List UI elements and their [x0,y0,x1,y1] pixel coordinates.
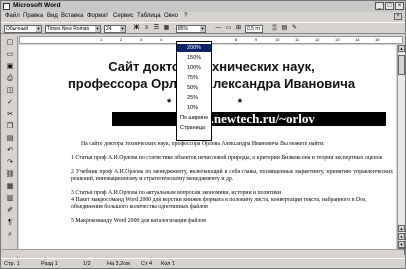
status-at: На 3,2см [107,261,130,267]
zoom-option[interactable]: 100% [177,64,211,72]
undo-icon[interactable]: ↶ [5,146,15,156]
horizontal-scrollbar[interactable] [2,249,404,256]
cut-icon[interactable]: ✂ [5,110,15,120]
insert-table-icon[interactable]: ▦ [163,25,170,32]
line-spacing-combo[interactable]: 0,5 пт [245,25,263,33]
status-bar: Стр. 1 Разд 1 1/2 На 3,2см Ст 4 Кол 1 [1,258,405,268]
copy-icon[interactable]: ❐ [5,122,15,132]
doc-url-banner: www.newtech.ru/~orlov [112,112,386,126]
columns-icon[interactable]: ▤ [281,25,288,32]
chevron-down-icon[interactable]: ▼ [120,26,125,32]
zoom-option[interactable]: По ширине [177,114,211,122]
style-value: Обычный [6,26,29,32]
next-page-icon[interactable]: ▼ [398,241,405,248]
status-column: Кол 1 [161,261,175,267]
menu-format[interactable]: Формат [87,13,108,19]
left-toolbar: ▢ ▭ ▣ ⎙ ◫ ✓ ✂ ❐ ▤ ↶ ↷ ⛓ ▦ ▥ ✐ ¶ ⌕ [2,36,18,258]
columns-icon[interactable]: ▥ [5,194,15,204]
font-combo[interactable]: Times New Roman ▼ [45,25,101,33]
font-size-combo[interactable]: 24 ▼ [104,25,126,33]
show-hide-icon[interactable]: ¶ [5,218,15,228]
menu-insert[interactable]: Вставка [61,13,83,19]
browse-object-icon[interactable]: ● [398,233,405,240]
scroll-thumb[interactable] [398,55,405,75]
new-document-icon[interactable]: ▢ [5,38,15,48]
spelling-icon[interactable]: ✓ [5,98,15,108]
borders-icon[interactable]: ⊞ [235,25,242,32]
menu-bar: Файл Правка Вид Вставка Формат Сервис Та… [1,12,405,21]
drawing-icon[interactable]: ✎ [291,25,298,32]
preview-icon[interactable]: ◫ [5,86,15,96]
zoom-option[interactable]: 150% [177,54,211,62]
zoom-value: 85% [178,26,189,32]
window-title: Microsoft Word [13,2,61,9]
word-window: Microsoft Word _ □ × Файл Правка Вид Вст… [0,0,406,269]
doc-list-item: 1 Статьи проф А.И.Орлова по статистике о… [71,155,383,161]
zoom-combo[interactable]: 85% ▼ [176,25,206,33]
menu-view[interactable]: Вид [47,13,58,19]
chevron-down-icon[interactable]: ▼ [36,26,41,32]
zoom-option[interactable]: 10% [177,104,211,112]
menu-file[interactable]: Файл [5,13,20,19]
save-icon[interactable]: ▣ [5,62,15,72]
shading-icon[interactable]: ▒ [271,25,278,32]
zoom-icon[interactable]: ⌕ [5,230,15,240]
open-icon[interactable]: ▭ [5,50,15,60]
zoom-option[interactable]: 200% [177,44,211,52]
vertical-scrollbar[interactable]: ▲ ▲ ● ▼ ▼ [397,45,405,256]
print-icon[interactable]: ⎙ [5,74,15,84]
border-icon[interactable]: ▭ [225,25,232,32]
font-value: Times New Roman [47,26,90,32]
close-button[interactable]: × [395,2,404,10]
draw-icon[interactable]: ✐ [5,206,15,216]
status-page: Стр. 1 [4,261,20,267]
menu-table[interactable]: Таблица [137,13,161,19]
menu-tools[interactable]: Сервис [113,13,134,19]
doc-list-item: 5 Макрокоманду Word 2000 для каталогизац… [71,218,207,224]
font-size-value: 24 [106,26,112,32]
zoom-option[interactable]: 50% [177,84,211,92]
minimize-button[interactable]: _ [375,2,384,10]
menu-help[interactable]: ? [184,13,187,19]
redo-icon[interactable]: ↷ [5,158,15,168]
doc-paragraph: На сайте доктора технических наук, профе… [81,141,325,147]
zoom-option[interactable]: Страница [177,124,211,132]
formatting-toolbar: Обычный ▼ Times New Roman ▼ 24 ▼ Ж ≡ ☰ ▦… [1,22,405,34]
menu-edit[interactable]: Правка [23,13,43,19]
doc-list-item: 3 Статьи проф А.И.Орлова по актуальным в… [71,190,282,196]
zoom-dropdown-menu: 200% 150% 100% 75% 50% 25% 10% По ширине… [176,41,212,141]
title-bar: Microsoft Word _ □ × [1,1,405,12]
doc-list-item: 4 Пакет макросоманд Word 2000 для верстк… [71,197,367,210]
scroll-up-icon[interactable]: ▲ [398,45,405,52]
chevron-down-icon[interactable]: ▼ [95,26,100,32]
bold-button[interactable]: Ж [133,25,140,32]
word-app-icon[interactable] [3,3,10,10]
align-left-icon[interactable]: ≡ [143,25,150,32]
paste-icon[interactable]: ▤ [5,134,15,144]
close-document-button[interactable]: × [394,13,402,20]
style-combo[interactable]: Обычный ▼ [4,25,42,33]
doc-list-item: 2 Учебник проф А.И.Орлова по менеджменту… [71,169,393,182]
hyperlink-icon[interactable]: ⛓ [5,170,15,180]
maximize-button[interactable]: □ [385,2,394,10]
line-spacing-value: 0,5 пт [247,26,261,32]
status-section: Разд 1 [41,261,58,267]
table-icon[interactable]: ▦ [5,182,15,192]
line-style-icon[interactable]: — [215,25,222,32]
status-line: Ст 4 [141,261,153,267]
chevron-down-icon[interactable]: ▼ [200,26,205,32]
align-center-icon[interactable]: ☰ [153,25,160,32]
status-pages: 1/2 [83,261,91,267]
zoom-option[interactable]: 25% [177,94,211,102]
menu-window[interactable]: Окно [164,13,178,19]
zoom-option[interactable]: 75% [177,74,211,82]
prev-page-icon[interactable]: ▲ [398,225,405,232]
